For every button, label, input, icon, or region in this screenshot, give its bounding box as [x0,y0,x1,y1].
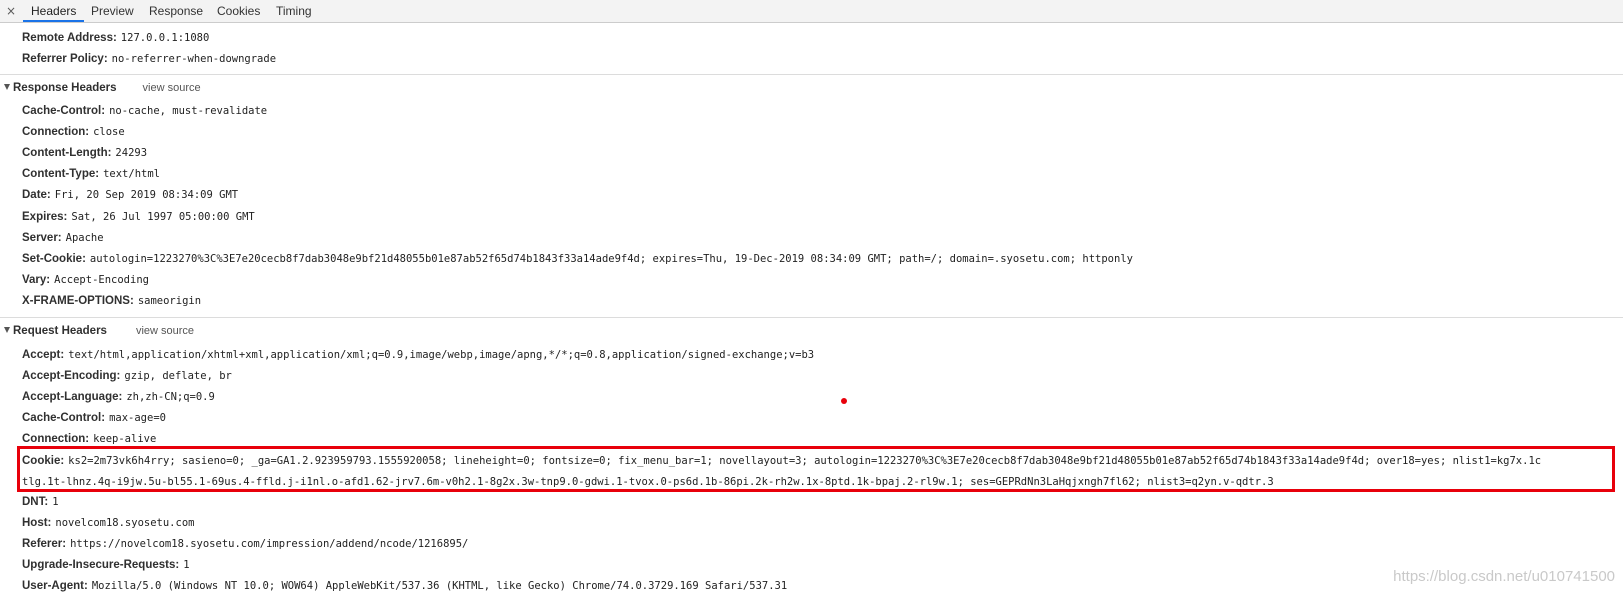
header-name: Content-Type: [22,168,100,180]
tab-cookies[interactable]: Cookies [217,0,260,22]
header-row: Content-Type: text/html [22,166,160,182]
header-row: Host: novelcom18.syosetu.com [22,515,194,531]
header-value: keep-alive [93,433,157,445]
header-name: Referer: [22,538,67,550]
header-value: sameorigin [137,295,202,307]
header-value: gzip, deflate, br [124,370,232,382]
request-headers-section-toggle[interactable]: Request Headers view source [4,323,194,339]
header-row: Expires: Sat, 26 Jul 1997 05:00:00 GMT [22,209,255,225]
header-row: Date: Fri, 20 Sep 2019 08:34:09 GMT [22,187,238,203]
tab-bar: × Headers Preview Response Cookies Timin… [0,0,1623,23]
header-name: Date: [22,189,51,201]
header-value: Accept-Encoding [54,274,149,286]
header-name: Vary: [22,274,51,286]
view-source-link[interactable]: view source [136,325,194,337]
header-row: User-Agent: Mozilla/5.0 (Windows NT 10.0;… [22,578,787,594]
header-name: User-Agent: [22,580,88,592]
header-value: 1 [183,559,190,571]
header-row-referrer-policy: Referrer Policy: no-referrer-when-downgra… [22,51,276,67]
header-value: text/html [103,168,160,180]
triangle-down-icon [4,326,10,333]
header-value: 1 [52,496,59,508]
response-headers-section-toggle[interactable]: Response Headers view source [4,80,201,96]
header-value: text/html,application/xhtml+xml,applicat… [68,349,815,361]
header-value: Apache [65,232,104,244]
header-name: X-FRAME-OPTIONS: [22,295,134,307]
cookie-highlight-box [17,446,1615,492]
section-divider [0,317,1623,318]
header-name: Remote Address: [22,32,117,44]
header-value: zh,zh-CN;q=0.9 [126,391,215,403]
header-name: Referrer Policy: [22,53,108,65]
header-row: Connection: keep-alive [22,431,156,447]
header-row: Accept-Language: zh,zh-CN;q=0.9 [22,389,215,405]
header-row: DNT: 1 [22,494,59,510]
header-name: Accept-Language: [22,391,123,403]
tab-response[interactable]: Response [149,0,203,22]
section-title: Request Headers [13,325,107,337]
header-value: https://novelcom18.syosetu.com/impressio… [70,538,469,550]
header-value: Sat, 26 Jul 1997 05:00:00 GMT [71,211,255,223]
header-value: autologin=1223270%3C%3E7e20cecb8f7dab304… [89,253,1133,265]
header-name: Accept: [22,349,65,361]
header-name: Upgrade-Insecure-Requests: [22,559,180,571]
header-row: Referer: https://novelcom18.syosetu.com/i… [22,536,468,552]
header-row: Cache-Control: max-age=0 [22,410,166,426]
devtools-network-panel: × Headers Preview Response Cookies Timin… [0,0,1623,614]
header-row: Content-Length: 24293 [22,145,147,161]
header-value: 24293 [115,147,148,159]
tab-timing[interactable]: Timing [276,0,312,22]
header-row: Accept: text/html,application/xhtml+xml,a… [22,347,814,363]
header-row: Server: Apache [22,230,104,246]
header-row: Upgrade-Insecure-Requests: 1 [22,557,190,573]
header-row: Set-Cookie: autologin=1223270%3C%3E7e20ce… [22,251,1133,267]
header-value: no-referrer-when-downgrade [111,53,277,65]
header-name: Connection: [22,126,90,138]
header-row: X-FRAME-OPTIONS: sameorigin [22,293,201,309]
header-value: Mozilla/5.0 (Windows NT 10.0; WOW64) App… [91,580,788,592]
header-row-remote-address: Remote Address: 127.0.0.1:1080 [22,30,209,46]
triangle-down-icon [4,83,10,90]
header-row: Cache-Control: no-cache, must-revalidate [22,103,267,119]
tab-preview[interactable]: Preview [91,0,134,22]
section-divider [0,74,1623,75]
header-name: Server: [22,232,62,244]
header-row: Connection: close [22,124,125,140]
red-dot-marker [841,398,847,404]
tab-headers[interactable]: Headers [23,0,85,22]
header-value: 127.0.0.1:1080 [120,32,210,44]
header-value: novelcom18.syosetu.com [55,517,195,529]
header-value: max-age=0 [109,412,166,424]
header-name: Set-Cookie: [22,253,86,265]
header-name: Cache-Control: [22,412,106,424]
header-row: Vary: Accept-Encoding [22,272,149,288]
header-value: no-cache, must-revalidate [109,105,268,117]
header-name: Host: [22,517,52,529]
header-name: DNT: [22,496,49,508]
header-name: Accept-Encoding: [22,370,121,382]
watermark-text: https://blog.csdn.net/u010741500 [1393,568,1615,585]
section-title: Response Headers [13,82,117,94]
header-name: Cache-Control: [22,105,106,117]
header-value: close [93,126,125,138]
close-icon[interactable]: × [5,3,17,19]
view-source-link[interactable]: view source [143,82,201,94]
header-name: Content-Length: [22,147,112,159]
header-row: Accept-Encoding: gzip, deflate, br [22,368,232,384]
header-name: Connection: [22,433,90,445]
header-value: Fri, 20 Sep 2019 08:34:09 GMT [54,189,239,201]
header-name: Expires: [22,211,68,223]
